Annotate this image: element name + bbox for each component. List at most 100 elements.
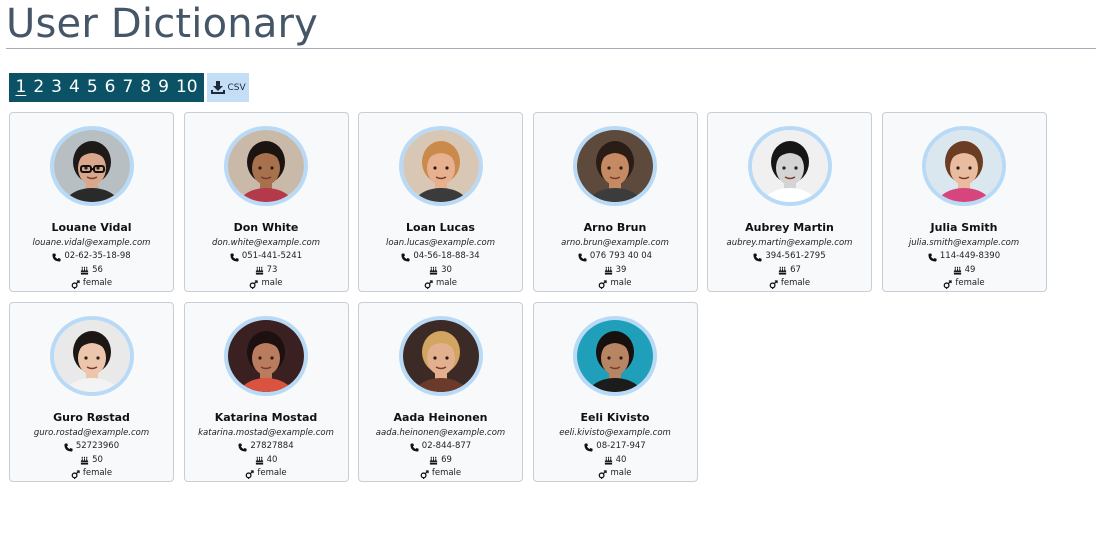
avatar-image-6 bbox=[926, 130, 1002, 203]
export-csv-button[interactable]: CSV bbox=[207, 73, 250, 102]
user-name: Loan Lucas bbox=[406, 221, 475, 235]
avatar-image-1 bbox=[53, 130, 130, 203]
page-link-9[interactable]: 9 bbox=[155, 73, 173, 102]
user-name: Aubrey Martin bbox=[745, 221, 834, 235]
phone-icon bbox=[410, 442, 419, 452]
gender-icon bbox=[71, 280, 80, 289]
user-age: 40 bbox=[615, 454, 627, 465]
page-link-2[interactable]: 2 bbox=[30, 73, 48, 102]
user-phone: 52723960 bbox=[75, 441, 120, 452]
page-link-7[interactable]: 7 bbox=[119, 73, 137, 102]
user-email: guro.rostad@example.com bbox=[33, 428, 150, 439]
user-phone: 04-56-18-88-34 bbox=[413, 251, 480, 262]
phone-icon bbox=[578, 252, 587, 262]
phone-icon bbox=[238, 442, 247, 452]
gender-icon bbox=[250, 280, 259, 289]
avatar-image-7 bbox=[53, 320, 130, 393]
user-card: Aubrey Martin aubrey.martin@example.com 39… bbox=[707, 112, 872, 292]
gender-icon bbox=[245, 470, 255, 479]
phone-icon bbox=[584, 442, 593, 452]
birthday-cake-icon bbox=[255, 266, 263, 275]
gender-icon bbox=[943, 280, 953, 289]
user-phone-row: 076 793 40 04 bbox=[578, 250, 652, 264]
user-phone-row: 02-844-877 bbox=[410, 440, 471, 454]
user-phone-row: 394-561-2795 bbox=[753, 250, 826, 264]
user-age-row: 49 bbox=[953, 264, 976, 278]
user-age: 30 bbox=[441, 264, 452, 275]
user-gender: male bbox=[610, 468, 632, 479]
user-gender: female bbox=[955, 278, 985, 289]
user-email: eeli.kivisto@example.com bbox=[559, 428, 671, 439]
avatar bbox=[49, 126, 134, 207]
user-gender: female bbox=[257, 468, 287, 479]
page-link-1[interactable]: 1 bbox=[12, 73, 30, 102]
user-card: Guro Røstad guro.rostad@example.com 527239… bbox=[9, 302, 174, 482]
user-age: 50 bbox=[92, 454, 103, 465]
user-gender: female bbox=[431, 468, 462, 479]
phone-icon bbox=[64, 442, 73, 452]
page-link-8[interactable]: 8 bbox=[137, 73, 155, 102]
birthday-cake-icon bbox=[953, 266, 961, 275]
avatar-image-9 bbox=[402, 320, 479, 393]
user-age-row: 39 bbox=[604, 264, 627, 278]
user-phone-row: 27827884 bbox=[238, 440, 294, 454]
page-link-4[interactable]: 4 bbox=[65, 73, 83, 102]
birthday-cake-icon bbox=[429, 456, 438, 465]
user-phone: 27827884 bbox=[250, 441, 294, 452]
user-card: Aada Heinonen aada.heinonen@example.com 02… bbox=[358, 302, 523, 482]
page-link-6[interactable]: 6 bbox=[101, 73, 119, 102]
user-gender: female bbox=[82, 468, 113, 479]
gender-icon bbox=[420, 470, 429, 479]
user-gender-row: female bbox=[71, 467, 112, 481]
user-age: 40 bbox=[266, 454, 278, 465]
user-card: Eeli Kivisto eeli.kivisto@example.com 08-2… bbox=[532, 302, 698, 482]
user-card: Julia Smith julia.smith@example.com 114-44… bbox=[881, 112, 1047, 292]
user-age-row: 40 bbox=[604, 454, 627, 468]
gender-icon bbox=[424, 280, 433, 289]
avatar-image-10 bbox=[577, 320, 653, 393]
user-phone: 076 793 40 04 bbox=[589, 251, 653, 262]
avatar-image-4 bbox=[577, 130, 653, 203]
user-email: louane.vidal@example.com bbox=[32, 238, 151, 249]
user-phone: 08-217-947 bbox=[596, 441, 646, 452]
birthday-cake-icon bbox=[255, 456, 263, 465]
avatar bbox=[922, 126, 1006, 207]
avatar bbox=[573, 316, 657, 397]
user-email: loan.lucas@example.com bbox=[385, 238, 495, 249]
page-link-3[interactable]: 3 bbox=[48, 73, 66, 102]
user-gender: male bbox=[261, 278, 283, 289]
birthday-cake-icon bbox=[604, 456, 612, 465]
gender-icon bbox=[599, 470, 608, 479]
user-email: arno.brun@example.com bbox=[561, 238, 669, 249]
user-name: Guro Røstad bbox=[53, 411, 130, 425]
user-gender-row: female bbox=[245, 467, 287, 481]
user-email: aubrey.martin@example.com bbox=[726, 238, 853, 249]
user-gender-row: male bbox=[249, 277, 283, 291]
pagination-bar: 1 2 3 4 5 6 7 8 9 10 CSV bbox=[9, 73, 250, 102]
user-gender-row: female bbox=[943, 277, 985, 291]
user-card: Loan Lucas loan.lucas@example.com 04-56-18… bbox=[358, 112, 523, 292]
user-age: 49 bbox=[964, 264, 976, 275]
avatar bbox=[573, 126, 657, 207]
user-name: Katarina Mostad bbox=[214, 411, 318, 425]
user-phone-row: 114-449-8390 bbox=[928, 250, 1000, 264]
user-age-row: 50 bbox=[80, 454, 103, 468]
phone-icon bbox=[928, 252, 937, 262]
user-name: Arno Brun bbox=[583, 221, 647, 235]
user-age: 39 bbox=[615, 264, 627, 275]
user-phone-row: 04-56-18-88-34 bbox=[401, 250, 480, 264]
title-divider bbox=[6, 48, 1096, 49]
page-link-10[interactable]: 10 bbox=[172, 73, 201, 102]
avatar-image-3 bbox=[402, 130, 479, 203]
user-name: Louane Vidal bbox=[51, 221, 132, 235]
phone-icon bbox=[52, 252, 61, 262]
user-gender-row: male bbox=[424, 277, 457, 291]
page-list: 1 2 3 4 5 6 7 8 9 10 bbox=[9, 73, 205, 102]
birthday-cake-icon bbox=[429, 266, 438, 275]
avatar bbox=[398, 316, 483, 397]
avatar bbox=[747, 126, 832, 207]
user-gender: female bbox=[780, 278, 811, 289]
user-phone: 051-441-5241 bbox=[241, 251, 303, 262]
phone-icon bbox=[230, 252, 239, 262]
page-link-5[interactable]: 5 bbox=[83, 73, 101, 102]
